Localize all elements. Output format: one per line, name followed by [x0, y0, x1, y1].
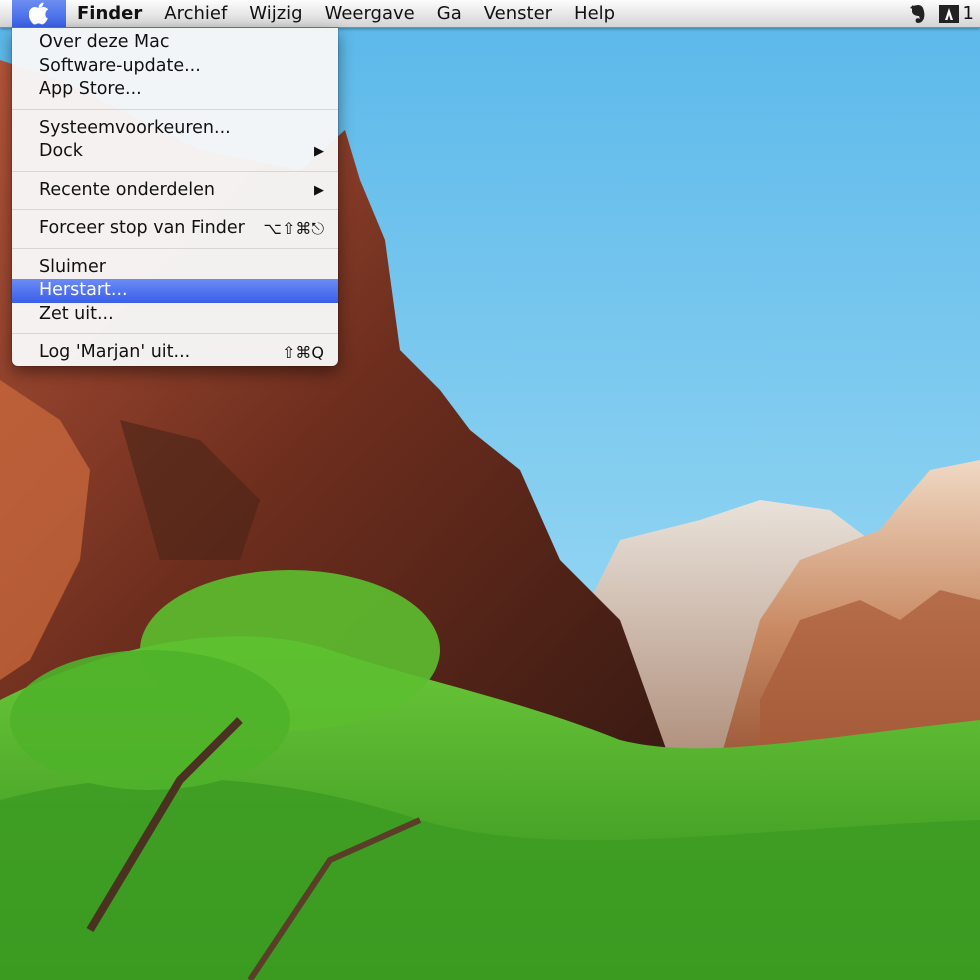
menu-item-zet-uit[interactable]: Zet uit... — [12, 303, 338, 327]
menu-item-label: Sluimer — [39, 256, 106, 277]
menu-item-label: Software-update... — [39, 55, 201, 76]
menu-item-herstart[interactable]: Herstart... — [12, 279, 338, 303]
menu-item-label: Zet uit... — [39, 303, 114, 324]
menu-item-label: Recente onderdelen — [39, 179, 215, 200]
menu-separator — [12, 247, 338, 249]
menu-finder[interactable]: Finder — [66, 0, 153, 27]
menu-item-shortcut: ⇧⌘Q — [282, 343, 324, 362]
apple-logo-icon — [29, 2, 49, 25]
menu-item-app-store[interactable]: App Store... — [12, 78, 338, 102]
menu-item-label: Dock — [39, 141, 83, 161]
menu-item-label: Log 'Marjan' uit... — [39, 342, 191, 362]
menu-item-forceer-stop[interactable]: Forceer stop van Finder ⌥⇧⌘⎋ — [12, 217, 338, 241]
menu-item-label: Over deze Mac — [39, 32, 170, 52]
menu-separator — [12, 108, 338, 110]
menu-item-systeemvoorkeuren[interactable]: Systeemvoorkeuren... — [12, 117, 338, 141]
submenu-arrow-icon: ▶ — [314, 144, 324, 159]
menu-archief[interactable]: Archief — [153, 0, 238, 27]
menu-bar: Finder Archief Wijzig Weergave Ga Venste… — [0, 0, 980, 28]
evernote-status-item[interactable] — [903, 4, 933, 24]
menu-item-recente-onderdelen[interactable]: Recente onderdelen ▶ — [12, 179, 338, 203]
menu-item-shortcut: ⌥⇧⌘⎋ — [263, 219, 325, 238]
apple-menu-button[interactable] — [12, 0, 66, 27]
menu-item-log-uit[interactable]: Log 'Marjan' uit... ⇧⌘Q — [12, 341, 338, 365]
submenu-arrow-icon: ▶ — [314, 182, 324, 198]
evernote-icon — [909, 4, 924, 23]
menu-item-dock[interactable]: Dock ▶ — [12, 140, 338, 164]
menu-item-label: Forceer stop van Finder — [39, 218, 245, 238]
menu-item-label: Systeemvoorkeuren... — [39, 117, 231, 138]
adobe-status-item[interactable]: 1 — [933, 0, 980, 27]
menu-item-software-update[interactable]: Software-update... — [12, 55, 338, 79]
menu-item-over-deze-mac[interactable]: Over deze Mac — [12, 31, 338, 55]
adobe-status-text: 1 — [962, 3, 974, 24]
menu-weergave[interactable]: Weergave — [314, 0, 426, 27]
adobe-icon — [938, 4, 959, 23]
menu-separator — [12, 209, 338, 210]
menu-item-label: Herstart... — [39, 280, 128, 300]
menu-wijzig[interactable]: Wijzig — [238, 0, 313, 27]
menu-venster[interactable]: Venster — [473, 0, 563, 27]
menu-help[interactable]: Help — [563, 0, 626, 27]
menu-ga[interactable]: Ga — [426, 0, 473, 27]
menu-item-label: App Store... — [39, 79, 142, 99]
menu-separator — [12, 170, 338, 172]
menu-separator — [12, 333, 338, 334]
menu-item-sluimer[interactable]: Sluimer — [12, 256, 338, 280]
apple-dropdown-menu: Over deze Mac Software-update... App Sto… — [12, 28, 338, 366]
